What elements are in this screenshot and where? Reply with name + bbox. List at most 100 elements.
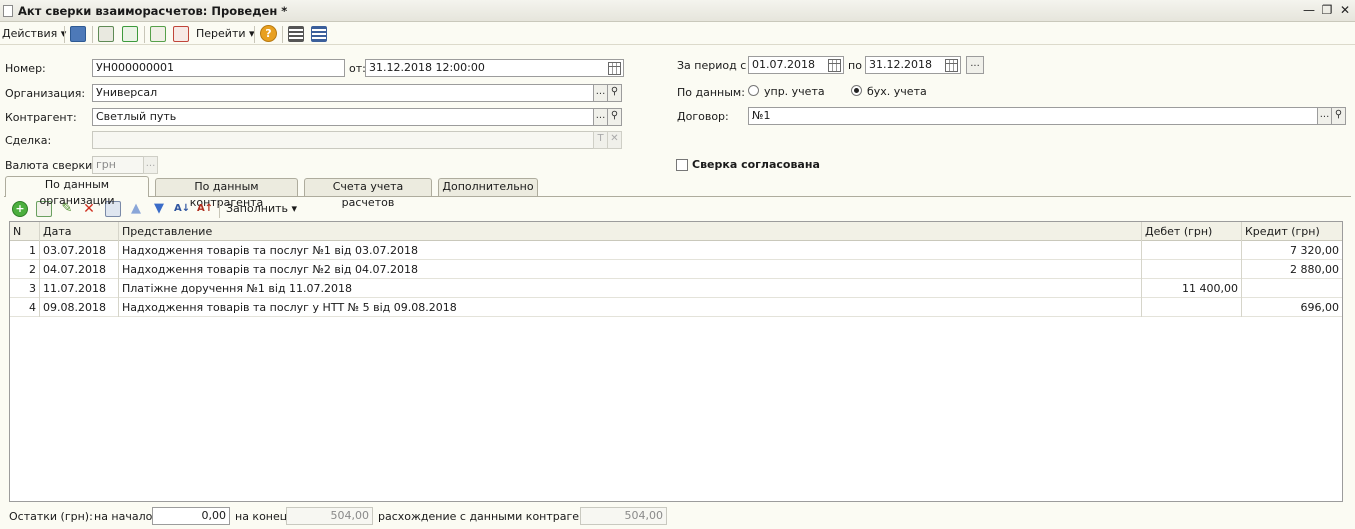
cell-credit[interactable]: 696,00 bbox=[1242, 298, 1342, 317]
close-icon[interactable]: ✕ bbox=[1337, 3, 1353, 18]
save-icon[interactable] bbox=[70, 26, 86, 42]
title-bar: Акт сверки взаиморасчетов: Проведен * — … bbox=[0, 0, 1355, 22]
move-down-icon[interactable]: ▼ bbox=[151, 201, 167, 217]
by-data-label: По данным: bbox=[677, 86, 745, 99]
cell-date[interactable]: 04.07.2018 bbox=[40, 260, 119, 279]
agreed-label: Сверка согласована bbox=[692, 158, 820, 171]
agreed-checkbox[interactable] bbox=[676, 159, 688, 171]
tab-divider bbox=[4, 196, 1351, 197]
unpost-icon[interactable] bbox=[173, 26, 189, 42]
counterparty-field[interactable]: Светлый путь bbox=[92, 108, 594, 126]
cell-n[interactable]: 1 bbox=[10, 241, 40, 260]
minimize-icon[interactable]: — bbox=[1301, 3, 1317, 18]
period-from-value: 01.07.2018 bbox=[752, 58, 815, 71]
cell-date[interactable]: 09.08.2018 bbox=[40, 298, 119, 317]
cell-date[interactable]: 11.07.2018 bbox=[40, 279, 119, 298]
currency-field[interactable]: грн bbox=[92, 156, 144, 174]
move-up-icon[interactable]: ▲ bbox=[128, 201, 144, 217]
type-select-icon[interactable]: T bbox=[593, 131, 608, 149]
contract-field[interactable]: №1 bbox=[748, 107, 1318, 125]
actions-menu[interactable]: Действия ▾ bbox=[2, 26, 66, 42]
calendar-icon[interactable] bbox=[945, 59, 958, 72]
end-balance-field[interactable]: 504,00 bbox=[286, 507, 373, 525]
cell-representation[interactable]: Надходження товарів та послуг №1 від 03.… bbox=[119, 241, 1142, 260]
deal-field[interactable] bbox=[92, 131, 594, 149]
cell-representation[interactable]: Платіжне доручення №1 від 11.07.2018 bbox=[119, 279, 1142, 298]
window-title: Акт сверки взаиморасчетов: Проведен * bbox=[18, 4, 288, 18]
tab-additional[interactable]: Дополнительно bbox=[438, 178, 538, 196]
counterparty-label: Контрагент: bbox=[5, 111, 77, 124]
help-icon[interactable]: ? bbox=[260, 25, 277, 42]
period-to-field[interactable]: 31.12.2018 bbox=[865, 56, 961, 74]
cell-n[interactable]: 2 bbox=[10, 260, 40, 279]
cell-debit[interactable] bbox=[1142, 298, 1242, 317]
separator bbox=[92, 26, 93, 43]
separator bbox=[144, 26, 145, 43]
table-row[interactable]: 2 04.07.2018 Надходження товарів та послуг… bbox=[10, 260, 1342, 279]
list-icon[interactable] bbox=[288, 26, 304, 42]
clear-icon[interactable]: ✕ bbox=[607, 131, 622, 149]
cell-n[interactable]: 3 bbox=[10, 279, 40, 298]
col-debit[interactable]: Дебет (грн) bbox=[1142, 222, 1242, 241]
table-toolbar: + ✎ ✕ ▲ ▼ A↓ A↑ Заполнить ▾ bbox=[0, 199, 1355, 219]
calendar-icon[interactable] bbox=[828, 59, 841, 72]
sort-desc-icon[interactable]: A↑ bbox=[197, 201, 213, 217]
period-from-field[interactable]: 01.07.2018 bbox=[748, 56, 844, 74]
period-select-button[interactable]: ... bbox=[966, 56, 984, 74]
col-n[interactable]: N bbox=[10, 222, 40, 241]
number-field[interactable]: УН000000001 bbox=[92, 59, 345, 77]
add-row-icon[interactable]: + bbox=[12, 201, 28, 217]
radio-mgmt-accounting[interactable] bbox=[748, 85, 759, 96]
col-representation[interactable]: Представление bbox=[119, 222, 1142, 241]
start-balance-field[interactable]: 0,00 bbox=[152, 507, 230, 525]
cell-debit[interactable] bbox=[1142, 260, 1242, 279]
document-date-field[interactable]: 31.12.2018 12:00:00 bbox=[365, 59, 624, 77]
col-date[interactable]: Дата bbox=[40, 222, 119, 241]
cell-representation[interactable]: Надходження товарів та послуг №2 від 04.… bbox=[119, 260, 1142, 279]
org-select-button[interactable]: ... bbox=[593, 84, 608, 102]
org-search-icon[interactable]: ⚲ bbox=[607, 84, 622, 102]
table-row[interactable]: 1 03.07.2018 Надходження товарів та послуг… bbox=[10, 241, 1342, 260]
cell-representation[interactable]: Надходження товарів та послуг у НТТ № 5 … bbox=[119, 298, 1142, 317]
period-to-label: по bbox=[848, 59, 862, 72]
cell-n[interactable]: 4 bbox=[10, 298, 40, 317]
document-date-value: 31.12.2018 12:00:00 bbox=[369, 61, 485, 74]
restore-icon[interactable]: ❐ bbox=[1319, 3, 1335, 18]
goto-menu[interactable]: Перейти ▾ bbox=[196, 26, 255, 42]
radio-fin-accounting[interactable] bbox=[851, 85, 862, 96]
period-to-value: 31.12.2018 bbox=[869, 58, 932, 71]
post-icon[interactable] bbox=[150, 26, 166, 42]
organization-field[interactable]: Универсал bbox=[92, 84, 594, 102]
main-toolbar: Действия ▾ Перейти ▾ ? bbox=[0, 23, 1355, 45]
cell-debit[interactable] bbox=[1142, 241, 1242, 260]
cell-credit[interactable] bbox=[1242, 279, 1342, 298]
cell-debit[interactable]: 11 400,00 bbox=[1142, 279, 1242, 298]
contract-search-icon[interactable]: ⚲ bbox=[1331, 107, 1346, 125]
structure-icon[interactable] bbox=[311, 26, 327, 42]
cell-credit[interactable]: 7 320,00 bbox=[1242, 241, 1342, 260]
cell-date[interactable]: 03.07.2018 bbox=[40, 241, 119, 260]
counterparty-search-icon[interactable]: ⚲ bbox=[607, 108, 622, 126]
tab-counterparty-data[interactable]: По данным контрагента bbox=[155, 178, 298, 209]
currency-label: Валюта сверки: bbox=[5, 159, 97, 172]
start-label: на начало: bbox=[94, 510, 157, 523]
diff-field[interactable]: 504,00 bbox=[580, 507, 667, 525]
balances-label: Остатки (грн): bbox=[9, 510, 93, 523]
contract-select-button[interactable]: ... bbox=[1317, 107, 1332, 125]
table-row[interactable]: 4 09.08.2018 Надходження товарів та послуг… bbox=[10, 298, 1342, 317]
number-label: Номер: bbox=[5, 62, 46, 75]
cell-credit[interactable]: 2 880,00 bbox=[1242, 260, 1342, 279]
reconciliation-table[interactable]: N Дата Представление Дебет (грн) Кредит … bbox=[9, 221, 1343, 502]
currency-select-button[interactable]: ... bbox=[143, 156, 158, 174]
table-row[interactable]: 3 11.07.2018 Платіжне доручення №1 від 11.… bbox=[10, 279, 1342, 298]
fill-menu[interactable]: Заполнить ▾ bbox=[226, 201, 297, 217]
counterparty-select-button[interactable]: ... bbox=[593, 108, 608, 126]
copy-icon[interactable] bbox=[122, 26, 138, 42]
sort-asc-icon[interactable]: A↓ bbox=[174, 201, 190, 217]
col-credit[interactable]: Кредит (грн) bbox=[1242, 222, 1342, 241]
tab-org-data[interactable]: По данным организации bbox=[5, 176, 149, 207]
date-from-label: от: bbox=[349, 62, 366, 75]
calendar-icon[interactable] bbox=[608, 62, 621, 75]
tab-accounts[interactable]: Счета учета расчетов bbox=[304, 178, 432, 209]
repost-icon[interactable] bbox=[98, 26, 114, 42]
